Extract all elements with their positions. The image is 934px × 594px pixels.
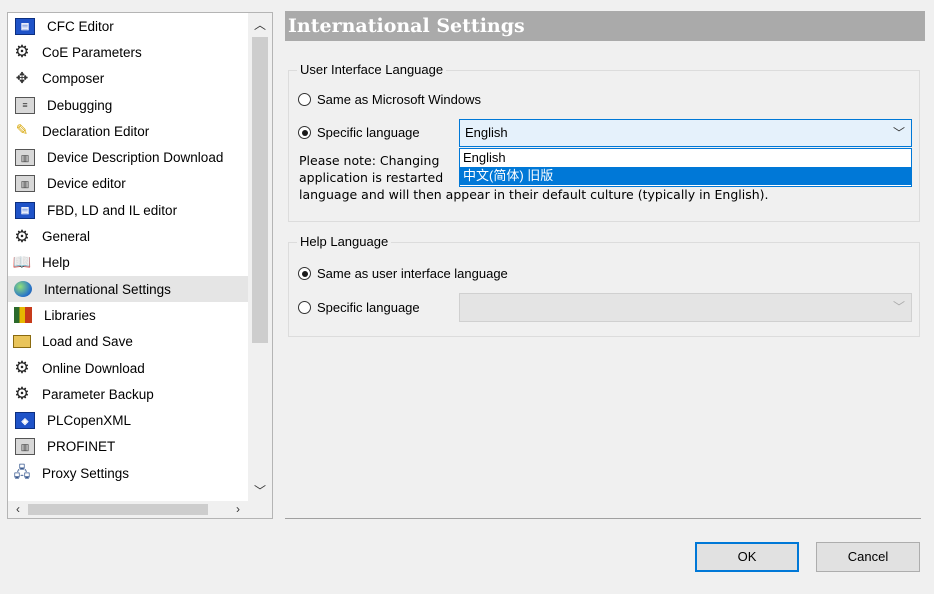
tree-item-online-download[interactable]: ⚙ Online Download bbox=[8, 355, 248, 381]
tree-item-plcopenxml[interactable]: ◈ PLCopenXML bbox=[8, 407, 248, 433]
tree-item-device-description-download[interactable]: ▥ Device Description Download bbox=[8, 144, 248, 170]
radio-circle[interactable] bbox=[298, 93, 311, 106]
tree-item-label: Help bbox=[42, 255, 70, 271]
tree-item-fbd-ld-il-editor[interactable]: ▤ FBD, LD and IL editor bbox=[8, 197, 248, 223]
proxy-icon: 🖧 bbox=[13, 464, 31, 482]
note-line: language and will then appear in their d… bbox=[299, 187, 769, 202]
xml-icon: ◈ bbox=[15, 412, 35, 430]
tree-item-proxy-settings[interactable]: 🖧 Proxy Settings bbox=[8, 460, 248, 486]
tree-item-label: Device Description Download bbox=[47, 150, 224, 166]
profinet-icon: ▥ bbox=[15, 438, 35, 456]
tree-item-label: Proxy Settings bbox=[42, 465, 130, 481]
tree-item-label: FBD, LD and IL editor bbox=[47, 202, 178, 218]
gear-icon: ⚙ bbox=[14, 384, 30, 404]
radio-label: Same as user interface language bbox=[317, 266, 508, 281]
radio-help-specific-language[interactable]: Specific language bbox=[298, 300, 420, 315]
combobox-value: English bbox=[465, 125, 508, 140]
scroll-left-arrow-icon[interactable]: ‹ bbox=[8, 501, 28, 518]
dropdown-option-chinese-legacy[interactable]: 中文(简体) 旧版 bbox=[460, 167, 911, 185]
ok-button[interactable]: OK bbox=[695, 542, 799, 572]
tree-item-international-settings[interactable]: International Settings bbox=[8, 275, 248, 303]
fbd-editor-icon: ▤ bbox=[15, 201, 35, 219]
dropdown-option-english[interactable]: English bbox=[460, 149, 911, 167]
device-icon: ▥ bbox=[15, 175, 35, 193]
pencil-icon: ✎ bbox=[15, 122, 29, 140]
gear-icon: ⚙ bbox=[14, 42, 30, 62]
ui-language-combobox[interactable]: English ﹀ bbox=[459, 119, 912, 147]
help-language-combobox[interactable]: ﹀ bbox=[459, 293, 912, 322]
tree-item-declaration-editor[interactable]: ✎ Declaration Editor bbox=[8, 118, 248, 144]
scroll-down-arrow-icon[interactable]: ﹀ bbox=[248, 481, 272, 501]
gear-icon: ⚙ bbox=[14, 358, 30, 377]
libraries-icon bbox=[14, 307, 32, 324]
tree-item-label: Debugging bbox=[47, 97, 113, 113]
tree-item-cfc-editor[interactable]: ▤ CFC Editor bbox=[8, 13, 248, 39]
folder-icon bbox=[13, 335, 31, 349]
tree-item-debugging[interactable]: ≡ Debugging bbox=[8, 92, 248, 118]
tree-item-device-editor[interactable]: ▥ Device editor bbox=[8, 171, 248, 197]
options-tree-panel: ▤ CFC Editor ⚙ CoE Parameters ✥ Composer… bbox=[7, 12, 273, 519]
tree-vertical-scrollbar[interactable]: ︿ ﹀ bbox=[248, 13, 272, 501]
tree-item-load-and-save[interactable]: Load and Save bbox=[8, 329, 248, 355]
radio-circle[interactable] bbox=[298, 126, 311, 139]
tree-item-label: Declaration Editor bbox=[42, 123, 150, 139]
debugging-icon: ≡ bbox=[15, 96, 35, 114]
chevron-down-icon: ﹀ bbox=[892, 300, 905, 314]
tree-item-profinet[interactable]: ▥ PROFINET bbox=[8, 434, 248, 460]
tree-item-label: International Settings bbox=[44, 281, 171, 297]
radio-same-as-ui-language[interactable]: Same as user interface language bbox=[298, 266, 508, 281]
tree-item-label: Parameter Backup bbox=[42, 386, 154, 402]
page-title: International Settings bbox=[285, 11, 925, 41]
footer-divider bbox=[285, 518, 921, 519]
radio-circle[interactable] bbox=[298, 267, 311, 280]
tree-item-general[interactable]: ⚙ General bbox=[8, 223, 248, 249]
radio-circle[interactable] bbox=[298, 301, 311, 314]
tree-item-label: Composer bbox=[42, 71, 105, 87]
scroll-up-arrow-icon[interactable]: ︿ bbox=[248, 15, 272, 35]
gear-icon: ⚙ bbox=[14, 226, 30, 246]
tree-item-coe-parameters[interactable]: ⚙ CoE Parameters bbox=[8, 39, 248, 65]
composer-icon: ✥ bbox=[15, 69, 29, 87]
tree-item-help[interactable]: 📖 Help bbox=[8, 250, 248, 276]
options-tree-list: ▤ CFC Editor ⚙ CoE Parameters ✥ Composer… bbox=[8, 13, 248, 501]
radio-label: Same as Microsoft Windows bbox=[317, 92, 481, 107]
tree-item-composer[interactable]: ✥ Composer bbox=[8, 66, 248, 92]
tree-item-label: Online Download bbox=[42, 360, 145, 376]
help-language-group-title: Help Language bbox=[297, 234, 392, 249]
vertical-scroll-thumb[interactable] bbox=[252, 37, 268, 343]
tree-horizontal-scrollbar[interactable]: ‹ › bbox=[8, 501, 272, 518]
horizontal-scroll-thumb[interactable] bbox=[28, 504, 208, 515]
tree-item-label: General bbox=[42, 229, 91, 245]
language-dropdown-list: English 中文(简体) 旧版 bbox=[459, 148, 912, 187]
cfc-editor-icon: ▤ bbox=[15, 17, 35, 35]
radio-label: Specific language bbox=[317, 300, 420, 315]
tree-item-label: PLCopenXML bbox=[47, 413, 132, 429]
tree-item-label: CoE Parameters bbox=[42, 44, 142, 60]
radio-label: Specific language bbox=[317, 125, 420, 140]
tree-item-label: PROFINET bbox=[47, 439, 116, 455]
radio-specific-language[interactable]: Specific language bbox=[298, 125, 420, 140]
tree-item-label: CFC Editor bbox=[47, 18, 114, 34]
tree-item-label: Libraries bbox=[44, 307, 96, 323]
tree-item-label: Device editor bbox=[47, 176, 126, 192]
ui-language-group-title: User Interface Language bbox=[297, 62, 447, 77]
chevron-down-icon[interactable]: ﹀ bbox=[893, 120, 905, 146]
book-icon: 📖 bbox=[12, 253, 32, 271]
scroll-right-arrow-icon[interactable]: › bbox=[228, 501, 248, 518]
tree-item-parameter-backup[interactable]: ⚙ Parameter Backup bbox=[8, 381, 248, 407]
radio-same-as-windows[interactable]: Same as Microsoft Windows bbox=[298, 92, 481, 107]
globe-icon bbox=[14, 281, 32, 298]
tree-item-label: Load and Save bbox=[42, 334, 133, 350]
cancel-button[interactable]: Cancel bbox=[816, 542, 920, 572]
tree-item-libraries[interactable]: Libraries bbox=[8, 302, 248, 328]
device-icon: ▥ bbox=[15, 149, 35, 167]
help-language-group: Help Language bbox=[288, 234, 920, 337]
